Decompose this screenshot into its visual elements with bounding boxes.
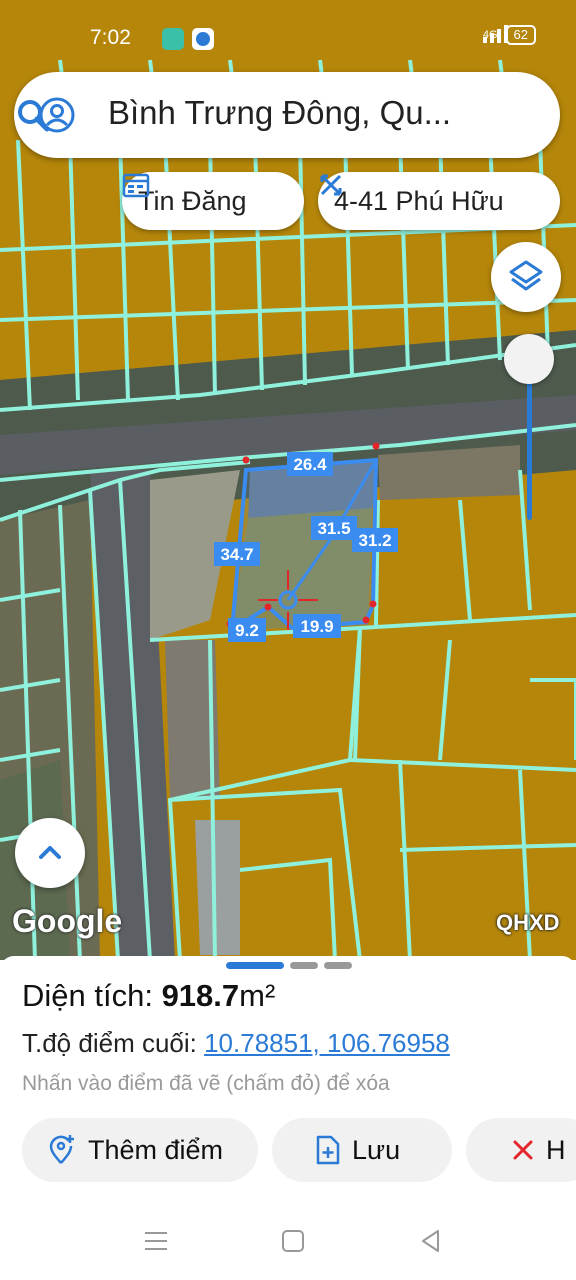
page-dot xyxy=(324,962,352,969)
label-9-2: 9.2 xyxy=(235,621,259,640)
add-point-button[interactable]: Thêm điểm xyxy=(22,1118,258,1182)
add-location-icon xyxy=(49,1135,74,1164)
chip-address[interactable]: 4-41 Phú Hữu xyxy=(318,172,560,230)
menu-icon[interactable] xyxy=(141,1226,171,1256)
area-value: 918.7 xyxy=(161,978,240,1013)
chevron-up-icon xyxy=(39,846,61,859)
back-icon[interactable] xyxy=(416,1226,446,1256)
ruler-icon xyxy=(320,174,342,196)
search-query[interactable]: Bình Trưng Đông, Qu... xyxy=(108,94,488,132)
calendar-icon xyxy=(122,173,150,198)
save-button[interactable]: Lưu xyxy=(272,1118,452,1182)
chip-tin-dang[interactable]: Tin Đăng xyxy=(122,172,304,230)
search-icon[interactable] xyxy=(14,96,52,134)
expand-sheet-button[interactable] xyxy=(15,818,85,888)
system-nav-bar xyxy=(0,1200,576,1280)
app-notification-icon xyxy=(162,28,184,50)
area-unit: m² xyxy=(239,978,276,1013)
status-right: 4G 62 xyxy=(482,25,536,45)
page-dot xyxy=(290,962,318,969)
save-label: Lưu xyxy=(352,1134,401,1165)
chip-address-label: 4-41 Phú Hữu xyxy=(334,185,504,216)
label-31-5: 31.5 xyxy=(317,519,350,538)
area-label: Diện tích: xyxy=(22,978,162,1013)
page-dot-active xyxy=(226,962,284,969)
status-bar: 7:02 4G 62 xyxy=(0,0,576,56)
label-34-7: 34.7 xyxy=(220,545,253,564)
label-19-9: 19.9 xyxy=(300,617,333,636)
coordinate-link[interactable]: 10.78851, 106.76958 xyxy=(204,1028,450,1058)
browser-notification-icon xyxy=(192,28,214,50)
layers-button[interactable] xyxy=(491,242,561,312)
signal-icon-2 xyxy=(482,25,508,43)
cancel-button[interactable]: H xyxy=(466,1118,576,1182)
opacity-slider-track[interactable] xyxy=(527,370,532,520)
coordinate-label: T.độ điểm cuối: xyxy=(22,1028,205,1058)
home-icon[interactable] xyxy=(278,1226,308,1256)
map-view[interactable]: 26.4 34.7 31.5 31.2 9.2 19.9 7:02 4G xyxy=(0,0,576,960)
label-31-2: 31.2 xyxy=(358,531,391,550)
add-point-label: Thêm điểm xyxy=(88,1134,224,1165)
layers-icon xyxy=(509,260,543,291)
area-row: Diện tích: 918.7m² xyxy=(22,978,275,1014)
close-icon xyxy=(513,1140,533,1160)
coordinate-row: T.độ điểm cuối: 10.78851, 106.76958 xyxy=(22,1028,450,1059)
label-26-4: 26.4 xyxy=(293,455,327,474)
save-file-icon xyxy=(316,1135,340,1165)
search-bar[interactable]: Bình Trưng Đông, Qu... xyxy=(14,72,560,158)
google-logo: Google xyxy=(12,903,123,939)
page-indicator xyxy=(226,962,352,969)
layer-label: QHXD xyxy=(496,910,560,935)
opacity-slider-handle[interactable] xyxy=(504,334,554,384)
hint-text: Nhấn vào điểm đã vẽ (chấm đỏ) để xóa xyxy=(22,1072,390,1095)
status-time: 7:02 xyxy=(90,26,131,49)
battery-icon: 62 xyxy=(505,25,536,45)
cancel-label: H xyxy=(546,1134,566,1165)
chip-tin-dang-label: Tin Đăng xyxy=(138,185,247,216)
